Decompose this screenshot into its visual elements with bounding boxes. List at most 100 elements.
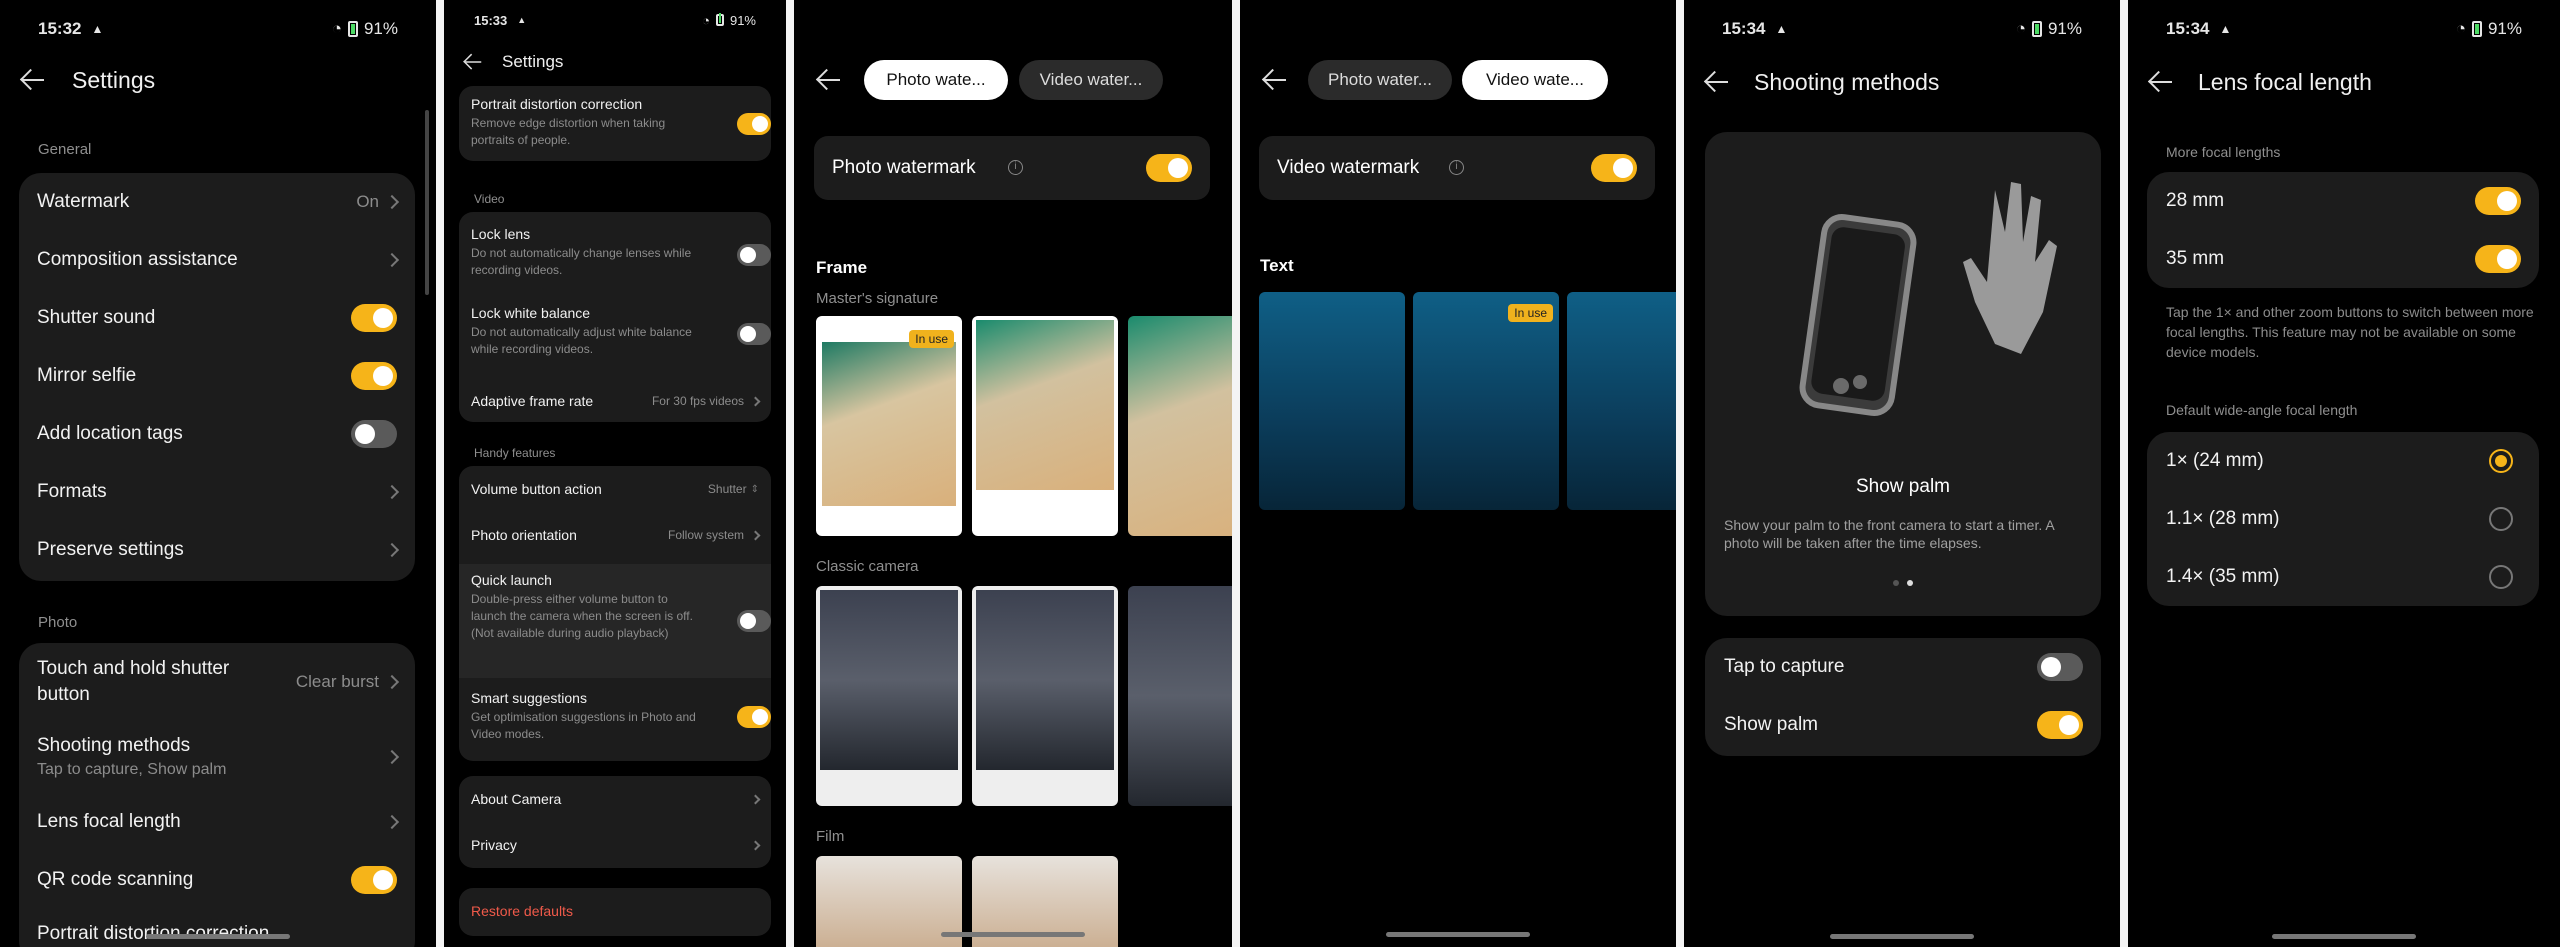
chevron-right-icon: [384, 252, 400, 268]
lens-focal-length-row[interactable]: Lens focal length: [19, 793, 415, 851]
text-thumb-2[interactable]: In use: [1413, 292, 1559, 510]
info-icon[interactable]: i: [1449, 160, 1464, 175]
option-1-1x-radio[interactable]: [2489, 507, 2513, 531]
status-bar: 15:32 ▲ ◔ 91%: [0, 0, 436, 58]
mirror-selfie-toggle[interactable]: [351, 362, 397, 390]
tab-video-watermark[interactable]: Video water...: [1019, 60, 1163, 100]
qr-scanning-toggle[interactable]: [351, 866, 397, 894]
text-thumb-1[interactable]: [1259, 292, 1405, 510]
page-title: Settings: [502, 52, 564, 71]
about-camera-row[interactable]: About Camera: [459, 776, 771, 822]
restore-defaults-button[interactable]: Restore defaults: [459, 888, 771, 936]
page-title: Shooting methods: [1754, 68, 1940, 95]
video-watermark-toggle[interactable]: [1591, 154, 1637, 182]
back-button[interactable]: [814, 65, 844, 95]
alert-icon: ▲: [1775, 22, 1788, 36]
portrait-distortion-row[interactable]: Portrait distortion correction: [19, 909, 415, 947]
more-focal-card: 28 mm 35 mm: [2147, 172, 2539, 288]
chevron-right-icon: [384, 542, 400, 558]
option-1-4x-radio[interactable]: [2489, 565, 2513, 589]
phone-palm-illustration: [1799, 182, 2057, 417]
chevron-right-icon: [384, 674, 400, 690]
chevron-right-icon: [384, 749, 400, 765]
battery-percent: 91%: [363, 19, 398, 38]
alert-icon: ▲: [2219, 22, 2232, 36]
panel-shooting-methods: 15:34 ▲ ◔ 91% Shooting methods Show palm…: [1684, 0, 2120, 947]
classic-thumb-2[interactable]: [972, 586, 1118, 806]
lock-white-balance-toggle[interactable]: [737, 323, 771, 345]
page-indicator: [1893, 580, 1913, 586]
formats-row[interactable]: Formats: [19, 463, 415, 521]
panel-lens-focal-length: 15:34 ▲ ◔ 91% Lens focal length More foc…: [2128, 0, 2560, 947]
composition-assistance-row[interactable]: Composition assistance: [19, 231, 415, 289]
wifi-icon: ◔: [2015, 19, 2026, 38]
about-privacy-card: About Camera Privacy: [459, 776, 771, 868]
focal-28mm-toggle[interactable]: [2475, 187, 2521, 215]
frame-thumb-2[interactable]: [972, 316, 1118, 536]
updown-icon: ⇕: [750, 483, 759, 495]
back-button[interactable]: [1260, 65, 1290, 95]
shutter-sound-toggle[interactable]: [351, 304, 397, 332]
shooting-methods-row[interactable]: Shooting methods Tap to capture, Show pa…: [19, 721, 415, 793]
tab-photo-watermark[interactable]: Photo water...: [1308, 60, 1452, 100]
option-1-1x-row[interactable]: 1.1× (28 mm): [2147, 490, 2539, 548]
watermark-row[interactable]: Watermark On: [19, 173, 415, 231]
page-title: Lens focal length: [2198, 68, 2372, 95]
section-photo-label: Photo: [38, 614, 78, 631]
adaptive-frame-rate-row[interactable]: Adaptive frame rate For 30 fps videos: [459, 384, 771, 418]
back-button[interactable]: [2146, 67, 2176, 97]
video-card: Lock lens Do not automatically change le…: [459, 212, 771, 422]
privacy-row[interactable]: Privacy: [459, 822, 771, 868]
chevron-right-icon: [384, 194, 400, 210]
page-title: Settings: [72, 66, 156, 93]
battery-icon: [2031, 21, 2042, 37]
portrait-card: Portrait distortion correction Remove ed…: [459, 86, 771, 161]
focal-35mm-toggle[interactable]: [2475, 245, 2521, 273]
frame-thumb-3[interactable]: [1128, 316, 1232, 536]
in-use-badge: In use: [1508, 304, 1553, 322]
info-icon[interactable]: i: [1008, 160, 1023, 175]
show-palm-preview-card: Show palm Show your palm to the front ca…: [1705, 132, 2101, 616]
status-bar: 15:34 ▲ ◔ 91%: [1722, 19, 2082, 38]
battery-icon: [715, 13, 724, 26]
chevron-right-icon: [384, 814, 400, 830]
classic-thumb-1[interactable]: [816, 586, 962, 806]
back-button[interactable]: [462, 51, 485, 74]
tap-to-capture-toggle[interactable]: [2037, 653, 2083, 681]
frame-thumb-1[interactable]: In use: [816, 316, 962, 536]
alert-icon: ▲: [91, 22, 104, 36]
option-1x-row[interactable]: 1× (24 mm): [2147, 432, 2539, 490]
general-card: Watermark On Composition assistance Shut…: [19, 173, 415, 581]
text-thumb-3[interactable]: [1567, 292, 1676, 510]
portrait-distortion-toggle[interactable]: [737, 113, 771, 135]
preserve-settings-row[interactable]: Preserve settings: [19, 521, 415, 579]
status-time: 15:32: [38, 19, 82, 38]
back-button[interactable]: [18, 65, 48, 95]
touch-hold-shutter-row[interactable]: Touch and hold shutter button Clear burs…: [19, 643, 415, 721]
volume-button-row[interactable]: Volume button action Shutter ⇕: [459, 466, 771, 512]
back-button[interactable]: [1702, 67, 1732, 97]
panel-photo-watermark: Photo wate... Video water... Photo water…: [794, 0, 1232, 947]
classic-thumb-3[interactable]: [1128, 586, 1232, 806]
location-tags-toggle[interactable]: [351, 420, 397, 448]
panel-settings-2: 15:33 ▲ ◔ 91% Settings Portrait distorti…: [444, 0, 786, 947]
photo-orientation-row[interactable]: Photo orientation Follow system: [459, 512, 771, 558]
battery-icon: [2471, 21, 2482, 37]
quick-launch-toggle[interactable]: [737, 610, 771, 632]
tab-photo-watermark[interactable]: Photo wate...: [864, 60, 1008, 100]
option-1x-radio[interactable]: [2489, 449, 2513, 473]
lock-lens-toggle[interactable]: [737, 244, 771, 266]
smart-suggestions-toggle[interactable]: [737, 706, 771, 728]
panel-settings-1: 15:32 ▲ ◔ 91% Settings General Watermark…: [0, 0, 436, 947]
panel-video-watermark: Photo water... Video wate... Video water…: [1240, 0, 1676, 947]
option-1-4x-row[interactable]: 1.4× (35 mm): [2147, 548, 2539, 606]
show-palm-toggle[interactable]: [2037, 711, 2083, 739]
section-general-label: General: [38, 141, 92, 158]
tab-video-watermark[interactable]: Video wate...: [1462, 60, 1608, 100]
shooting-options-card: Tap to capture Show palm: [1705, 638, 2101, 756]
photo-watermark-card: Photo watermark i: [814, 136, 1210, 200]
photo-card: Touch and hold shutter button Clear burs…: [19, 643, 415, 947]
default-focal-card: 1× (24 mm) 1.1× (28 mm) 1.4× (35 mm): [2147, 432, 2539, 606]
photo-watermark-toggle[interactable]: [1146, 154, 1192, 182]
alert-icon: ▲: [517, 15, 527, 25]
